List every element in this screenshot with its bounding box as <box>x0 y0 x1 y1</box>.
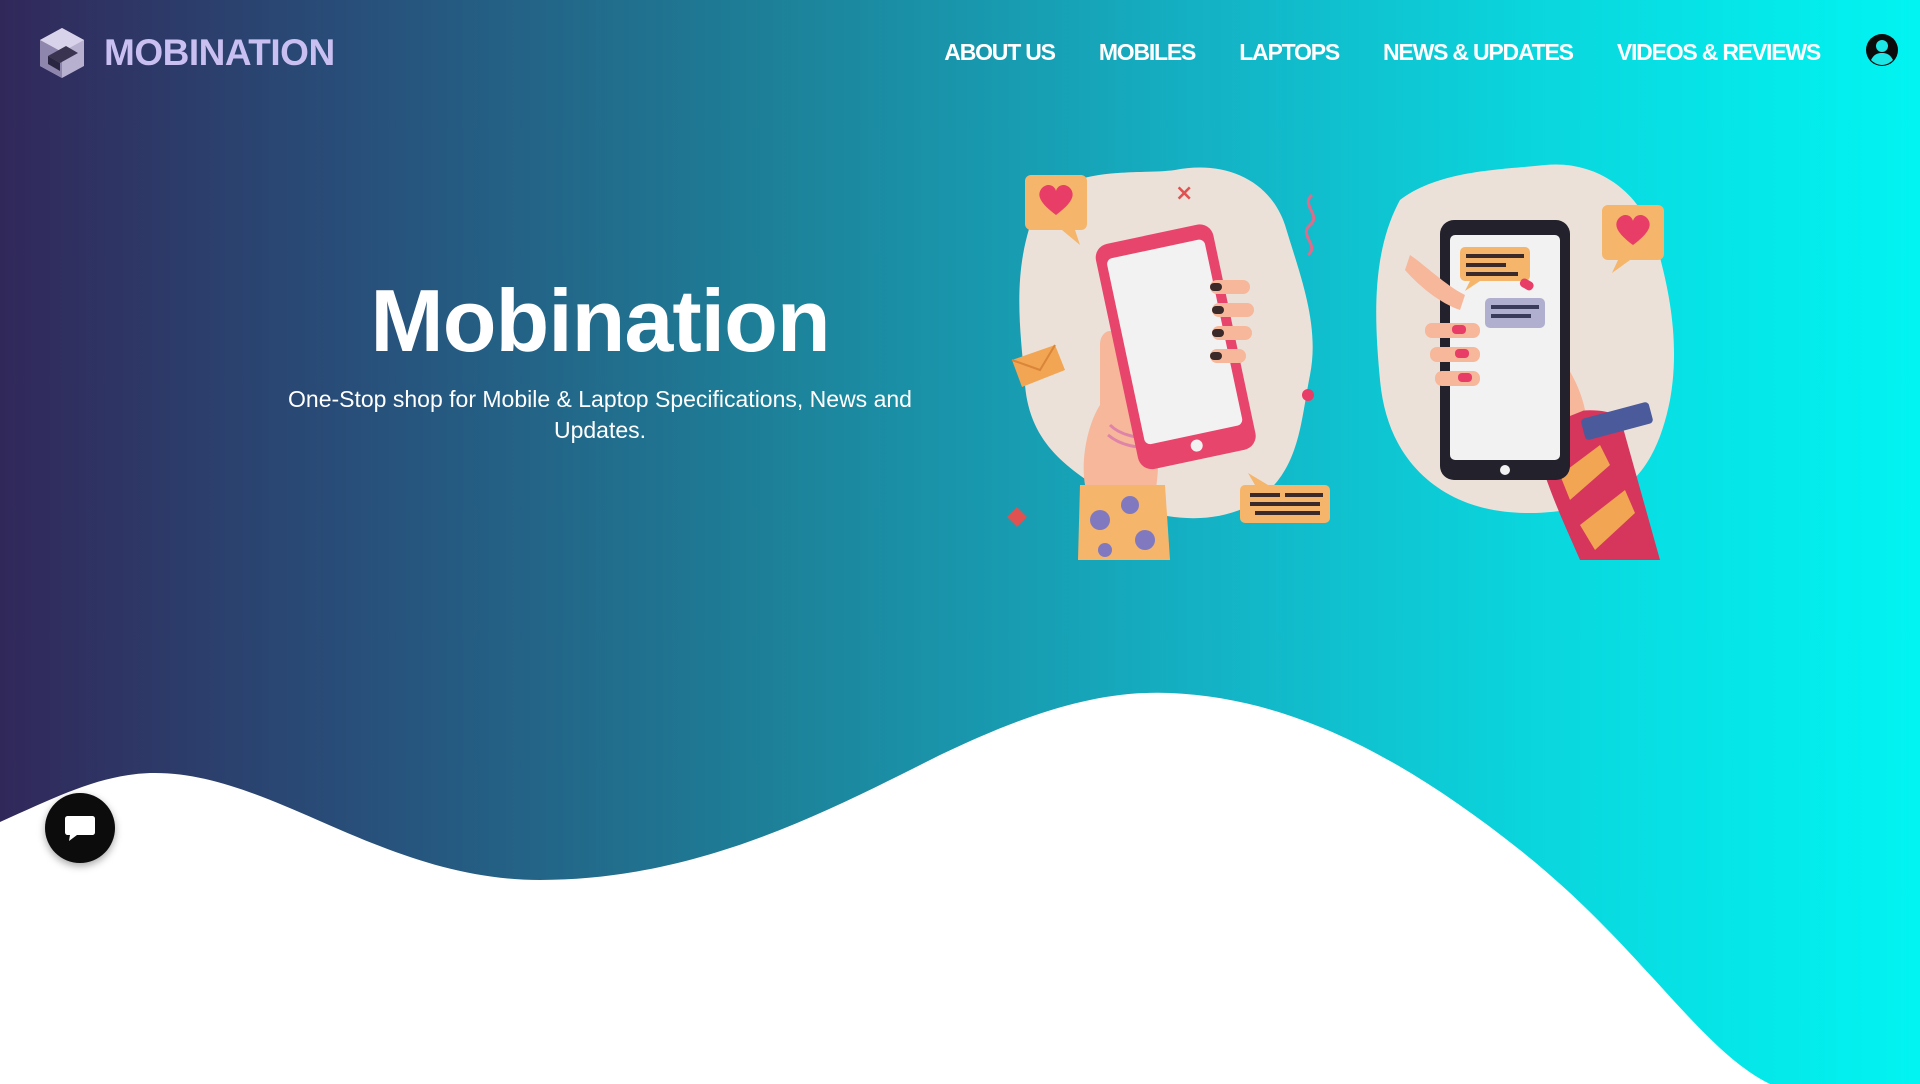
nav-link-videos-reviews[interactable]: VIDEOS & REVIEWS <box>1617 39 1821 66</box>
hero-title: Mobination <box>370 271 830 370</box>
nav-link-news-updates[interactable]: NEWS & UPDATES <box>1383 39 1574 66</box>
navbar: MOBINATION ABOUT US MOBILES LAPTOPS NEWS… <box>0 0 1920 104</box>
chat-bubble-icon <box>65 816 95 841</box>
cube-logo-icon <box>40 28 84 78</box>
hero-subtitle: One-Stop shop for Mobile & Laptop Specif… <box>288 386 912 443</box>
nav-link-mobiles[interactable]: MOBILES <box>1099 39 1197 66</box>
nav-menu: ABOUT US MOBILES LAPTOPS NEWS & UPDATES … <box>900 0 1821 104</box>
hero-illustration: × <box>1007 164 1675 560</box>
svg-text:×: × <box>1175 181 1193 206</box>
brand[interactable]: MOBINATION <box>38 26 335 80</box>
page: MOBINATION ABOUT US MOBILES LAPTOPS NEWS… <box>0 0 1920 1084</box>
chat-button[interactable] <box>45 793 115 863</box>
user-circle-icon[interactable] <box>1865 33 1899 67</box>
message-bubble-left <box>1240 473 1330 523</box>
nav-link-about-us[interactable]: ABOUT US <box>944 39 1056 66</box>
nav-link-laptops[interactable]: LAPTOPS <box>1239 39 1340 66</box>
brand-name: MOBINATION <box>104 32 335 73</box>
